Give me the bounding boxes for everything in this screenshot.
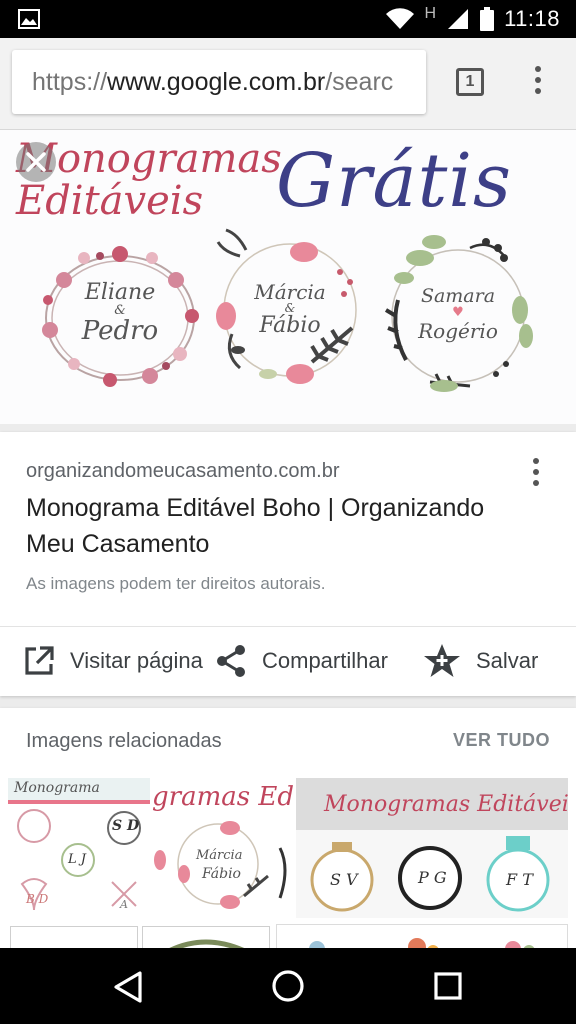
dot-icon [535,66,541,72]
related-image-thumb[interactable]: Monograma S D L J B D A [8,778,150,918]
wreath-3-name-1: Samara [420,285,496,307]
dot-icon [535,88,541,94]
related-image-thumb[interactable] [276,924,568,948]
recents-button[interactable] [434,972,462,1000]
thumb-frames-art [310,836,550,912]
preview-image[interactable]: Monogramas Editáveis Grátis Eliane & Ped… [0,130,576,424]
visit-page-button[interactable]: Visitar página [22,627,203,695]
browser-toolbar: https://www.google.com.br/searc 1 [0,38,576,130]
wreath-3-names: Samara ♥ Rogério [406,286,510,342]
wreath-1-names: Eliane & Pedro [70,280,170,346]
thumb-monogram-2: Fábio [202,866,241,882]
related-image-thumb[interactable] [142,926,270,948]
result-menu-button[interactable] [528,458,544,492]
result-title[interactable]: Monograma Editável Boho | Organizando Me… [26,490,506,562]
url-scheme: https:// [32,68,108,96]
result-domain[interactable]: organizandomeucasamento.com.br [26,460,340,483]
clock: 11:18 [504,6,560,31]
wreath-1-name-2: Pedro [81,316,159,346]
back-button[interactable] [112,970,144,1004]
system-navigation-bar [0,948,576,1024]
thumb-monogram-2: L J [68,852,86,867]
wreath-2-name-2: Fábio [259,313,321,338]
thumb-wreath-art [169,939,245,948]
hero-title-gratis: Grátis [276,138,512,224]
related-image-thumb[interactable]: gramas Edi Márcia Fábio [152,778,294,918]
related-images-section: Imagens relacionadas VER TUDO Monograma … [0,708,576,948]
url-bar[interactable]: https://www.google.com.br/searc [12,50,426,114]
dot-icon [533,458,539,464]
wifi-icon [385,8,414,29]
thumb-monogram-1: Márcia [196,848,243,863]
wreath-3-heart: ♥ [452,305,464,320]
thumb-monogram-1: S D [112,818,140,834]
star-add-icon [424,644,460,677]
browser-menu-button[interactable] [530,66,546,100]
tab-switcher-button[interactable]: 1 [456,68,484,96]
image-notification-icon [18,9,40,29]
wreath-3-name-2: Rogério [418,319,498,343]
thumb-monogram-4: A [120,898,128,911]
related-images-heading: Imagens relacionadas [26,730,222,752]
home-button[interactable] [270,968,306,1004]
url-path: /searc [325,68,394,96]
wreath-2-name-1: Márcia [254,280,326,304]
save-label: Salvar [476,648,539,673]
open-in-new-icon [25,646,54,675]
wreath-1-name-1: Eliane [84,280,156,305]
thumb-floral-art [309,938,535,948]
status-bar: H 11:18 [0,0,576,38]
close-icon [26,152,46,172]
dot-icon [533,480,539,486]
dot-icon [533,469,539,475]
thumb-monogram-3: F T [506,870,533,889]
close-preview-button[interactable] [16,142,56,182]
copyright-notice: As imagens podem ter direitos autorais. [26,574,326,593]
thumb-monogram-1: S V [330,870,358,889]
hero-title-line-2: Editáveis [16,178,204,224]
share-icon [217,645,245,677]
related-image-thumb[interactable]: Monogramas Editáveis S V P G F T [296,778,568,918]
share-button[interactable]: Compartilhar [214,627,388,695]
signal-icon [448,9,469,29]
visit-page-label: Visitar página [70,648,203,673]
network-type-label: H [424,5,437,22]
see-all-link[interactable]: VER TUDO [453,730,550,751]
share-label: Compartilhar [262,648,388,673]
wreath-2-names: Márcia & Fábio [240,282,340,338]
url-host: www.google.com.br [107,68,326,96]
thumb-monogram-2: P G [418,868,447,887]
related-image-thumb[interactable] [10,926,138,948]
dot-icon [535,77,541,83]
save-button[interactable]: Salvar [422,627,538,695]
battery-icon [480,7,495,31]
thumb-monogram-3: B D [26,892,49,906]
url-text[interactable]: https://www.google.com.br/searc [32,68,393,97]
result-card: organizandomeucasamento.com.br Monograma… [0,432,576,696]
